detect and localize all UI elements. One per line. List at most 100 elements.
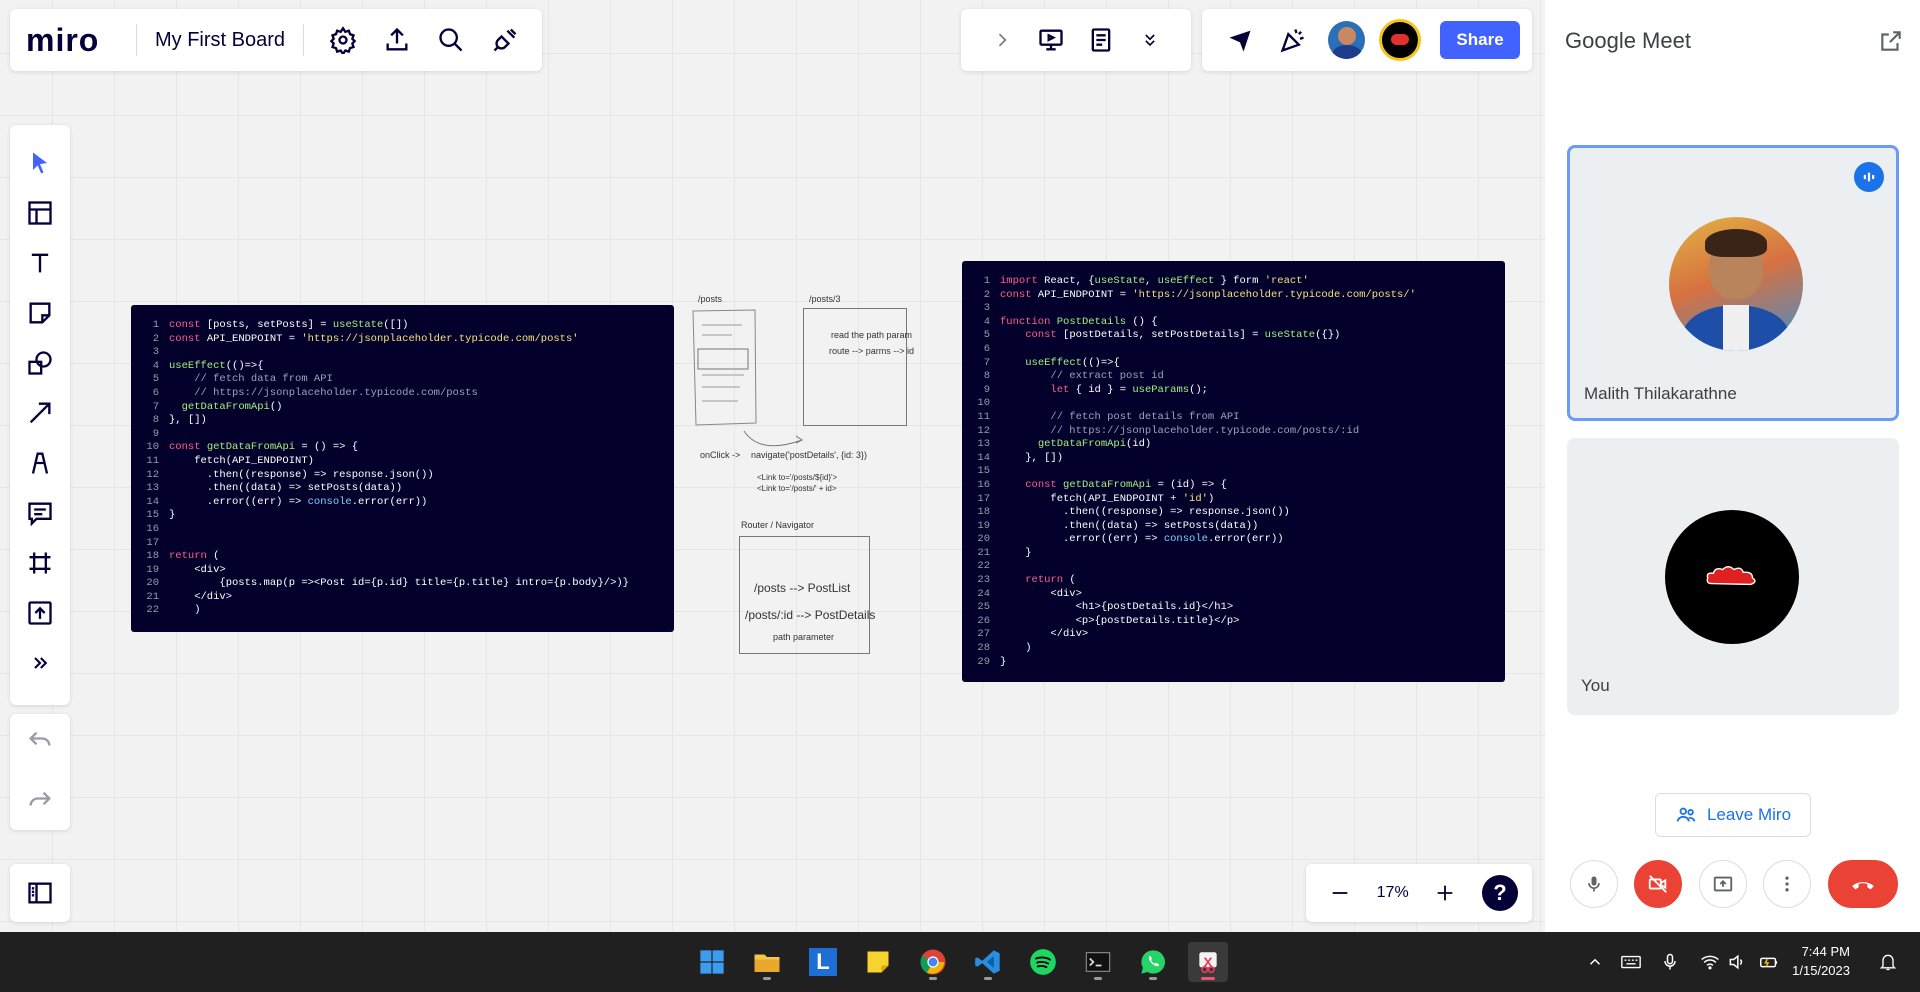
text-tool[interactable] — [20, 243, 60, 283]
camera-off-button[interactable] — [1634, 860, 1682, 908]
notification-icon[interactable] — [1878, 952, 1898, 972]
templates-tool[interactable] — [20, 193, 60, 233]
line-number: 5 — [152, 373, 159, 386]
clock-date: 1/15/2023 — [1792, 963, 1850, 978]
sidebar-panel-icon — [28, 882, 52, 904]
more-button[interactable] — [1133, 20, 1169, 60]
snipping-tool-app[interactable] — [1188, 942, 1228, 982]
export-button[interactable] — [377, 20, 417, 60]
file-explorer-app[interactable] — [747, 942, 787, 982]
code-line: 9 — [131, 428, 674, 442]
code-line: 22 ) — [131, 604, 674, 618]
code-line: 8}, []) — [131, 414, 674, 428]
celebrate-button[interactable] — [1274, 20, 1313, 60]
more-tools[interactable] — [20, 643, 60, 683]
code-text: .then((response) => response.json()) — [1000, 506, 1290, 519]
volume-icon[interactable] — [1727, 952, 1747, 972]
more-options-button[interactable] — [1763, 860, 1811, 908]
code-line: 15 — [962, 465, 1505, 479]
code-text: .error((err) => console.error(err)) — [1000, 533, 1284, 546]
redo-button[interactable] — [20, 784, 60, 820]
sketch-note: onClick -> — [700, 450, 741, 460]
minus-icon — [1332, 892, 1348, 894]
help-button[interactable]: ? — [1482, 875, 1518, 911]
code-line: 22 — [962, 560, 1505, 574]
cursor-button[interactable] — [1221, 20, 1260, 60]
participant-tile-you[interactable]: You — [1567, 438, 1899, 715]
code-block-post-details[interactable]: 1 import React, {useState, useEffect } fo… — [962, 261, 1505, 682]
undo-icon — [29, 731, 51, 746]
board-canvas[interactable]: miro My First Board Share 17% ? 1 const … — [0, 0, 1545, 932]
line-number: 17 — [977, 492, 990, 505]
line-number: 13 — [146, 482, 159, 495]
zoom-level[interactable]: 17% — [1377, 884, 1409, 902]
code-text: // fetch post details from API — [1000, 410, 1240, 423]
left-toolbar — [10, 125, 70, 705]
code-line: 4 function PostDetails () { — [962, 316, 1505, 330]
vscode-app[interactable] — [968, 942, 1008, 982]
frame-tool[interactable] — [20, 543, 60, 583]
sticky-notes-app[interactable] — [858, 942, 898, 982]
upload-tool[interactable] — [20, 593, 60, 633]
hang-up-button[interactable] — [1828, 860, 1898, 908]
chevron-up-icon[interactable] — [1586, 953, 1604, 971]
undo-button[interactable] — [20, 724, 60, 760]
terminal-app[interactable] — [1078, 942, 1118, 982]
search-button[interactable] — [431, 20, 471, 60]
avatar[interactable] — [1327, 21, 1366, 59]
code-line: 17 fetch(API_ENDPOINT + 'id') — [962, 493, 1505, 507]
sketch-route: /posts --> PostList — [754, 581, 851, 595]
collapse-button[interactable] — [984, 20, 1020, 60]
share-button[interactable]: Share — [1440, 21, 1520, 59]
miro-logo[interactable]: miro — [26, 22, 124, 59]
shapes-tool[interactable] — [20, 343, 60, 383]
notes-button[interactable] — [1083, 20, 1119, 60]
whatsapp-app[interactable] — [1133, 942, 1173, 982]
line-number: 1 — [983, 275, 990, 287]
apps-button[interactable] — [485, 20, 525, 60]
participant-tile-malith[interactable]: Malith Thilakarathne — [1567, 145, 1899, 421]
code-text: .error((err) => console.error(err)) — [169, 495, 428, 508]
spotify-app[interactable] — [1023, 942, 1063, 982]
sketch-label: /posts/3 — [809, 294, 841, 304]
launcher-app[interactable]: L — [803, 942, 843, 982]
line-number: 8 — [983, 370, 990, 383]
board-title[interactable]: My First Board — [149, 29, 291, 52]
microphone-button[interactable] — [1570, 860, 1618, 908]
keyboard-icon[interactable] — [1620, 951, 1642, 973]
sticky-note-tool[interactable] — [20, 293, 60, 333]
present-screen-button[interactable] — [1699, 860, 1747, 908]
zoom-out-button[interactable] — [1328, 881, 1352, 905]
comment-tool[interactable] — [20, 493, 60, 533]
text-icon — [31, 253, 49, 273]
open-external-button[interactable] — [1878, 28, 1904, 54]
microphone-icon[interactable] — [1660, 952, 1680, 972]
code-text: const API_ENDPOINT = 'https://jsonplaceh… — [169, 332, 579, 345]
line-number: 4 — [152, 359, 159, 372]
code-line: 16 const getDataFromApi = (id) => { — [962, 479, 1505, 493]
wifi-icon[interactable] — [1700, 952, 1720, 972]
line-number: 19 — [146, 563, 159, 576]
chrome-icon — [920, 949, 946, 975]
avatar[interactable] — [1379, 19, 1422, 61]
frames-panel-toggle[interactable] — [10, 864, 70, 922]
select-tool[interactable] — [20, 143, 60, 183]
code-text: useEffect(()=>{ — [169, 359, 264, 372]
clock[interactable]: 7:44 PM 1/15/2023 — [1792, 942, 1850, 980]
pen-tool[interactable] — [20, 443, 60, 483]
leave-miro-button[interactable]: Leave Miro — [1655, 793, 1811, 837]
battery-icon[interactable] — [1758, 951, 1780, 973]
chrome-app[interactable] — [913, 942, 953, 982]
search-icon — [439, 28, 463, 52]
line-number: 12 — [146, 468, 159, 481]
connection-line-tool[interactable] — [20, 393, 60, 433]
presentation-button[interactable] — [1034, 20, 1070, 60]
line-number: 2 — [152, 332, 159, 345]
settings-button[interactable] — [323, 20, 363, 60]
line-number: 16 — [977, 478, 990, 491]
line-number: 19 — [977, 519, 990, 532]
zoom-in-button[interactable] — [1433, 881, 1457, 905]
code-text: // https://jsonplaceholder.typicode.com/… — [1000, 424, 1360, 437]
start-button[interactable] — [692, 942, 732, 982]
code-block-post-list[interactable]: 1 const [posts, setPosts] = useState([]) 2… — [131, 305, 674, 632]
